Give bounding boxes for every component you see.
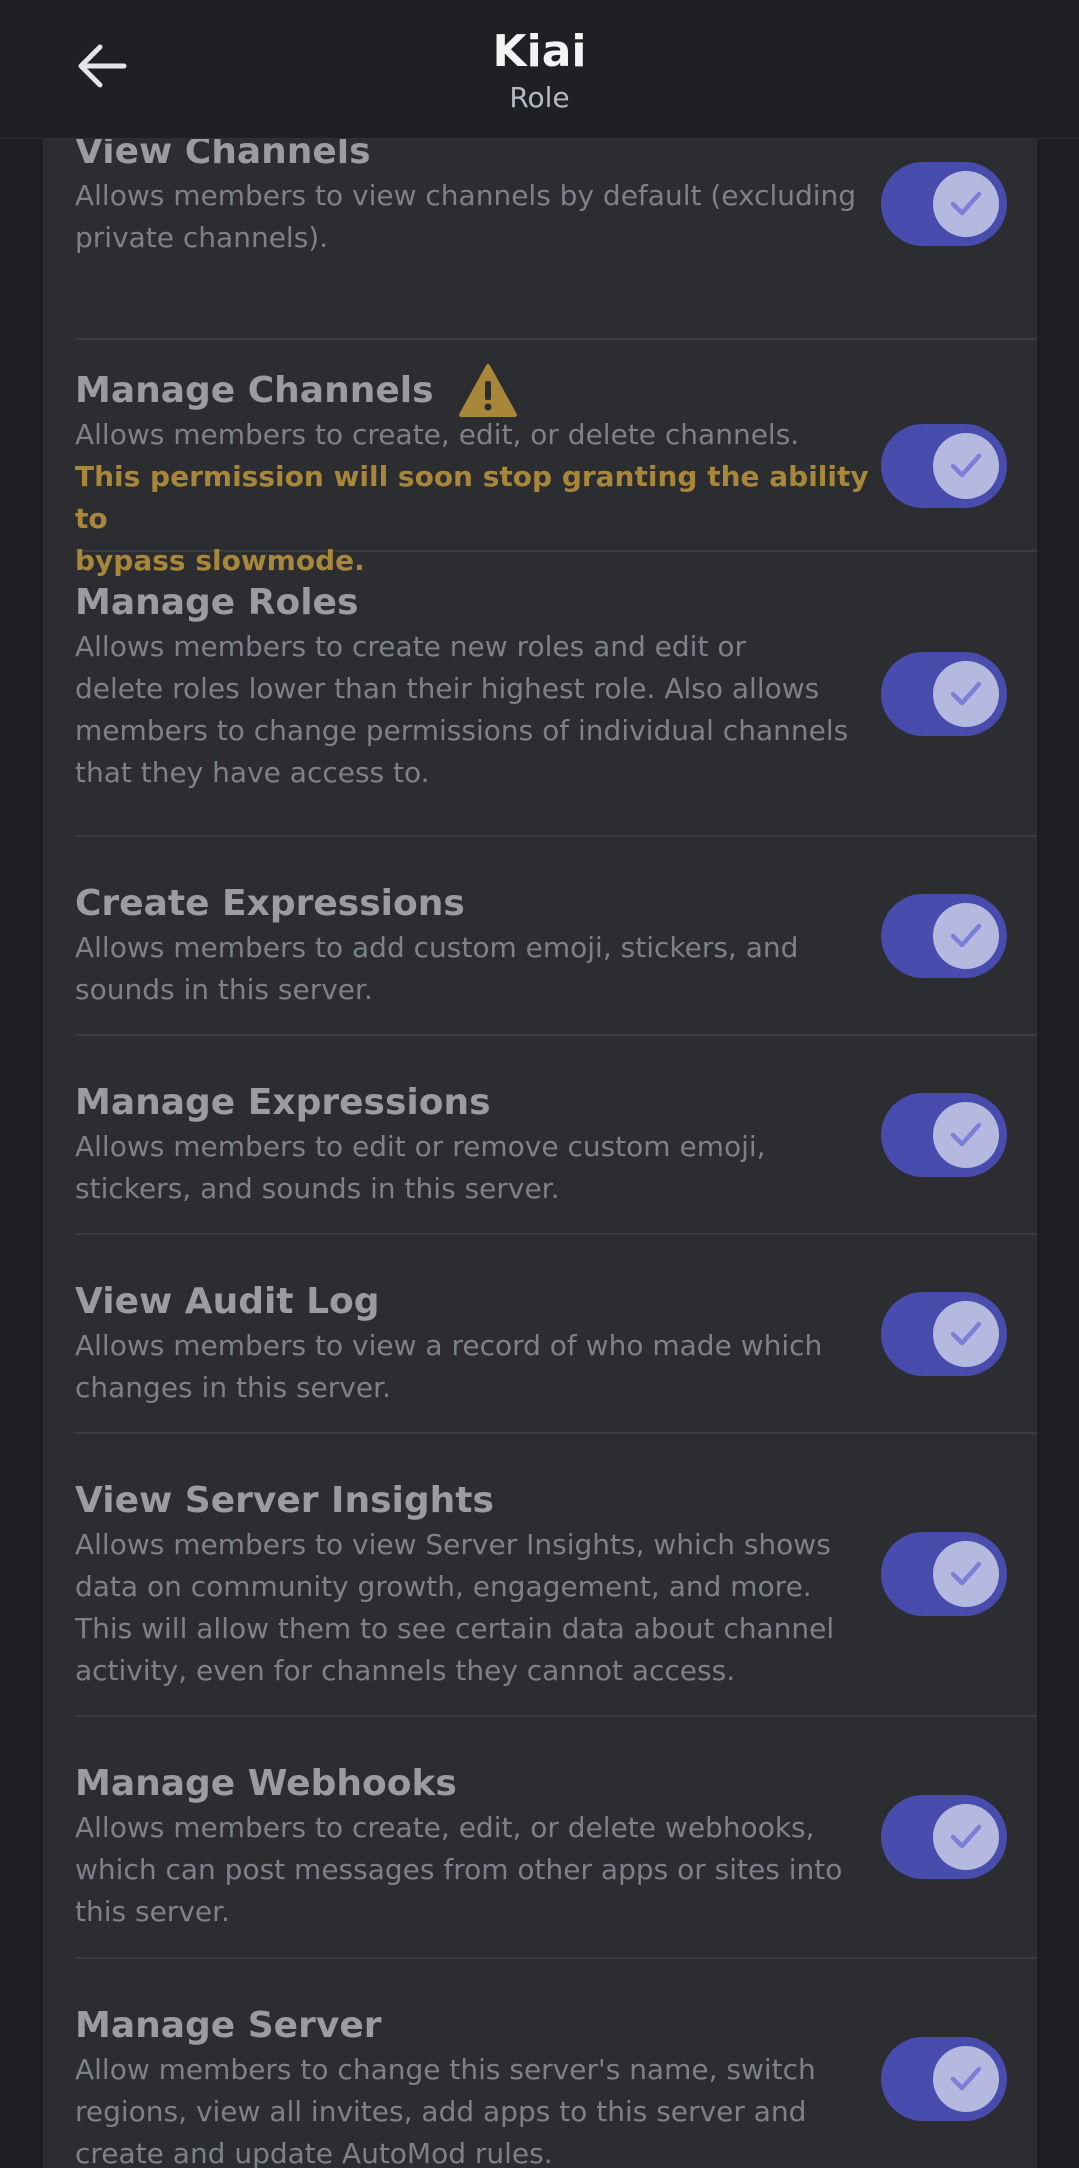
permission-title: View Channels [75,139,371,172]
permission-description: Allows members to create, edit, or delet… [75,418,800,451]
permission-description: Allows members to edit or remove custom … [75,1130,766,1205]
view-audit-log-toggle[interactable] [881,1292,1007,1376]
permission-row-manage-server: Manage Server Allow members to change th… [75,1959,1037,2168]
view-channels-toggle[interactable] [881,162,1007,246]
permission-title: Manage Roles [75,582,359,623]
manage-webhooks-toggle[interactable] [881,1795,1007,1879]
permission-title: Manage Server [75,2005,382,2046]
permission-title: Manage Channels [75,370,434,411]
permission-title: Manage Webhooks [75,1763,457,1804]
permission-title: Create Expressions [75,883,465,924]
check-icon [950,1561,982,1586]
permission-description: Allows members to view Server Insights, … [75,1528,835,1687]
permission-description: Allow members to change this server's na… [75,2053,816,2168]
check-icon [950,923,982,948]
permission-title: Manage Expressions [75,1082,491,1123]
warning-icon [458,363,518,419]
check-icon [950,453,982,478]
permission-description: Allows members to view a record of who m… [75,1329,823,1404]
manage-expressions-toggle[interactable] [881,1093,1007,1177]
check-icon [950,1824,982,1849]
permission-title: View Server Insights [75,1480,494,1521]
view-server-insights-toggle[interactable] [881,1532,1007,1616]
permissions-list: View Channels Allows members to view cha… [43,139,1037,2168]
permission-row-view-channels: View Channels Allows members to view cha… [75,139,1037,340]
permission-row-manage-expressions: Manage Expressions Allows members to edi… [75,1036,1037,1235]
manage-server-toggle[interactable] [881,2037,1007,2121]
permission-row-create-expressions: Create Expressions Allows members to add… [75,837,1037,1036]
permission-description: Allows members to create new roles and e… [75,630,849,789]
permission-row-manage-roles: Manage Roles Allows members to create ne… [75,552,1037,837]
check-icon [950,2066,982,2091]
permission-row-view-server-insights: View Server Insights Allows members to v… [75,1434,1037,1717]
permission-row-manage-webhooks: Manage Webhooks Allows members to create… [75,1717,1037,1959]
permission-description: Allows members to view channels by defau… [75,179,857,254]
permission-row-manage-channels: Manage Channels Allows members to create… [75,338,1037,577]
create-expressions-toggle[interactable] [881,894,1007,978]
check-icon [950,191,982,216]
permission-description: Allows members to add custom emoji, stic… [75,931,799,1006]
permission-description: Allows members to create, edit, or delet… [75,1811,843,1928]
check-icon [950,1122,982,1147]
page-subtitle: Role [509,81,570,114]
page-title: Kiai [492,26,587,77]
permission-row-view-audit-log: View Audit Log Allows members to view a … [75,1235,1037,1434]
check-icon [950,1321,982,1346]
top-bar: Kiai Role [0,0,1079,139]
manage-channels-toggle[interactable] [881,424,1007,508]
check-icon [950,681,982,706]
manage-roles-toggle[interactable] [881,652,1007,736]
permission-title: View Audit Log [75,1281,380,1322]
